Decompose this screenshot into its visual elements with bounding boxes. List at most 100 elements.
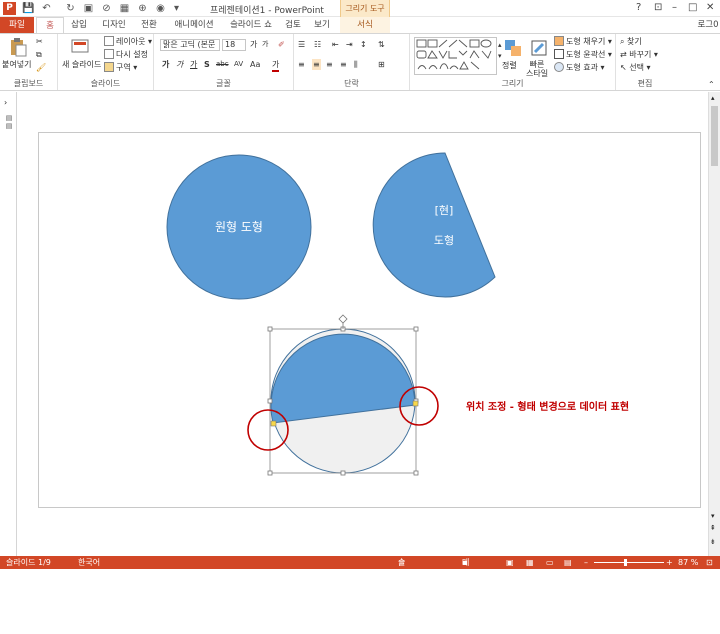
- scroll-down-icon[interactable]: ▾: [711, 512, 715, 520]
- arrange-icon[interactable]: [503, 38, 523, 58]
- tab-format[interactable]: 서식: [340, 17, 390, 33]
- maximize-icon[interactable]: □: [688, 2, 697, 13]
- scroll-thumb[interactable]: [711, 106, 718, 166]
- tab-design[interactable]: 디자인: [96, 17, 132, 33]
- clear-format-icon[interactable]: ✐: [278, 39, 285, 50]
- arrange-button[interactable]: 정렬: [502, 60, 517, 71]
- customize-toolbar-icon[interactable]: ▾: [170, 2, 183, 15]
- previous-slide-icon[interactable]: ⇞: [710, 524, 716, 532]
- expand-pane-icon[interactable]: ›: [4, 98, 7, 107]
- format-painter-icon[interactable]: 🖌: [36, 62, 46, 73]
- font-color-button[interactable]: 가: [272, 59, 280, 72]
- zoom-slider[interactable]: [594, 562, 664, 563]
- collapse-ribbon-icon[interactable]: ⌃: [708, 79, 715, 90]
- minimize-icon[interactable]: –: [672, 2, 677, 13]
- slide-canvas[interactable]: 원형 도형 [현] 도형 위치 조정 - 형태 변경으로 데이터 표현: [38, 132, 701, 508]
- next-slide-icon[interactable]: ⇟: [710, 538, 716, 546]
- font-size-select[interactable]: 18: [222, 39, 246, 51]
- clipboard-group-label: 클립보드: [13, 79, 44, 88]
- columns-icon[interactable]: ⫼: [354, 59, 358, 70]
- spacing-button[interactable]: AV: [234, 59, 243, 70]
- zoom-in-icon[interactable]: +: [666, 556, 673, 569]
- decrease-indent-icon[interactable]: ⇤: [332, 39, 339, 50]
- tab-file[interactable]: 파일: [0, 17, 34, 33]
- justify-icon[interactable]: ≡: [340, 59, 347, 70]
- italic-button[interactable]: 가: [176, 59, 183, 70]
- slide-thumbnail-pane-collapsed[interactable]: › ▤▤: [0, 92, 17, 556]
- align-right-icon[interactable]: ≡: [326, 59, 333, 70]
- redo-icon[interactable]: ↻: [64, 2, 77, 15]
- slideshow-start-icon[interactable]: ▣: [82, 2, 95, 15]
- shape-fill-button[interactable]: 도형 채우기 ▾: [554, 36, 612, 47]
- shadow-button[interactable]: S: [204, 59, 210, 70]
- quick-styles-button[interactable]: 빠른 스타일: [526, 60, 548, 78]
- reading-view-icon[interactable]: ▭: [546, 556, 554, 569]
- text-direction-icon[interactable]: ⇅: [378, 39, 385, 50]
- tab-animations[interactable]: 애니메이션: [166, 17, 222, 33]
- login-link[interactable]: 로그0: [696, 17, 720, 33]
- shape-effects-button[interactable]: 도형 효과 ▾: [554, 62, 605, 73]
- tab-slideshow[interactable]: 슬라이드 쇼: [224, 17, 278, 33]
- bold-button[interactable]: 가: [162, 59, 169, 70]
- new-slide-button[interactable]: 새 슬라이드: [62, 59, 101, 70]
- layout-button[interactable]: 레이아웃 ▾: [104, 36, 152, 47]
- line-spacing-icon[interactable]: ↕: [360, 39, 367, 50]
- normal-view-icon[interactable]: ▣: [506, 556, 514, 569]
- reset-button[interactable]: 다시 설정: [104, 49, 148, 60]
- zoom-out-icon[interactable]: –: [584, 556, 588, 569]
- increase-indent-icon[interactable]: ⇥: [346, 39, 353, 50]
- adjust-handle-right[interactable]: [412, 400, 419, 407]
- paste-button[interactable]: 붙여넣기: [2, 59, 31, 70]
- tab-view[interactable]: 보기: [308, 17, 336, 33]
- vertical-scrollbar[interactable]: ▴ ▾ ⇞ ⇟: [708, 92, 720, 556]
- shapes-gallery[interactable]: [414, 37, 497, 75]
- smartart-icon[interactable]: ⊞: [378, 59, 385, 70]
- quick-access-item-icon[interactable]: ⊕: [136, 2, 149, 15]
- section-button[interactable]: 구역 ▾: [104, 62, 137, 73]
- tab-insert[interactable]: 삽입: [64, 17, 94, 33]
- slideshow-view-icon[interactable]: ▤: [564, 556, 572, 569]
- scroll-up-icon[interactable]: ▴: [711, 94, 715, 102]
- save-icon[interactable]: 💾: [22, 2, 35, 15]
- slide-count-status[interactable]: 슬라이드 1/9: [6, 556, 51, 569]
- align-center-icon[interactable]: ≡: [312, 59, 321, 70]
- quick-access-item-icon[interactable]: ▦: [118, 2, 131, 15]
- copy-icon[interactable]: ⧉: [36, 49, 42, 60]
- powerpoint-logo-icon[interactable]: P: [3, 2, 16, 15]
- underline-button[interactable]: 가: [190, 59, 197, 70]
- tab-home[interactable]: 홈: [36, 17, 64, 34]
- tab-transitions[interactable]: 전환: [134, 17, 164, 33]
- chord-shape[interactable]: [372, 152, 496, 298]
- quick-access-item-icon[interactable]: ⊘: [100, 2, 113, 15]
- adjust-handle-left[interactable]: [270, 420, 277, 427]
- font-name-select[interactable]: 맑은 고딕 (본문: [160, 39, 220, 51]
- slide-sorter-icon[interactable]: ▦: [526, 556, 534, 569]
- rotation-handle-icon[interactable]: [338, 314, 348, 324]
- shape-outline-button[interactable]: 도형 윤곽선 ▾: [554, 49, 612, 60]
- new-slide-icon[interactable]: [70, 37, 90, 57]
- quick-access-item-icon[interactable]: ◉: [154, 2, 167, 15]
- quick-styles-icon[interactable]: [529, 38, 549, 58]
- close-icon[interactable]: ✕: [706, 2, 714, 13]
- cut-icon[interactable]: ✂: [36, 36, 43, 47]
- replace-button[interactable]: ⇄ 바꾸기 ▾: [620, 49, 658, 60]
- fit-to-window-icon[interactable]: ⊡: [706, 556, 713, 569]
- grow-font-button[interactable]: 가: [250, 39, 257, 50]
- zoom-slider-thumb[interactable]: [624, 559, 627, 566]
- ribbon-display-icon[interactable]: ⊡: [654, 2, 662, 13]
- strikethrough-button[interactable]: abc: [216, 59, 229, 70]
- undo-icon[interactable]: ↶: [40, 2, 53, 15]
- zoom-level[interactable]: 87 %: [678, 556, 698, 569]
- select-button[interactable]: ↖ 선택 ▾: [620, 62, 651, 73]
- paste-icon[interactable]: [8, 37, 28, 57]
- shrink-font-button[interactable]: 가: [262, 39, 268, 50]
- bullets-icon[interactable]: ☰: [298, 39, 305, 50]
- align-left-icon[interactable]: ≡: [298, 59, 305, 70]
- change-case-button[interactable]: Aa: [250, 59, 260, 70]
- tab-review[interactable]: 검토: [280, 17, 306, 33]
- find-button[interactable]: ⌕ 찾기: [620, 36, 642, 47]
- help-icon[interactable]: ?: [636, 2, 641, 13]
- gallery-scroll-icon[interactable]: ▴ ▾: [498, 40, 502, 62]
- numbering-icon[interactable]: ☷: [314, 39, 321, 50]
- language-status[interactable]: 한국어: [78, 556, 100, 569]
